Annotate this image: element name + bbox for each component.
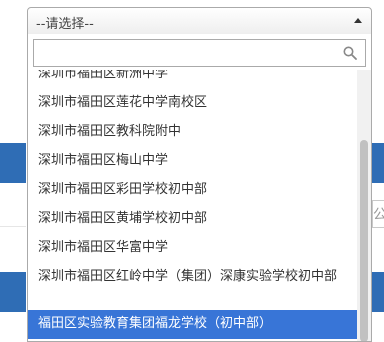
list-item[interactable]: 深圳市福田区彩田学校初中部 (28, 176, 358, 205)
search-icon (343, 46, 357, 60)
list-item[interactable]: 深圳市福田区梅山中学 (28, 147, 358, 176)
page-header-band-left (0, 143, 26, 183)
page-section-band-right (372, 272, 384, 312)
list-item[interactable]: 深圳市福田区教科院附中 (28, 118, 358, 147)
scrollbar[interactable] (357, 70, 371, 341)
chevron-up-icon (354, 18, 362, 23)
page-divider (0, 226, 26, 227)
page-header-band-right (372, 143, 384, 183)
list-item-highlighted[interactable]: 福田区实验教育集团福龙学校（初中部） (28, 310, 358, 339)
list-item[interactable]: 深圳市福田区红岭中学（集团）深康实验学校初中部 (28, 263, 358, 310)
list-item[interactable]: 深圳市福田区新洲中学 (28, 70, 358, 89)
select-current-value: --请选择-- (36, 17, 94, 32)
background-input-text: 公 (373, 207, 384, 223)
search-box (33, 39, 366, 67)
select-dropdown: 深圳市福田区新洲中学 深圳市福田区莲花中学南校区 深圳市福田区教科院附中 深圳市… (27, 34, 372, 342)
list-item[interactable]: 深圳市福田区华富中学 (28, 234, 358, 263)
search-input[interactable] (34, 40, 334, 66)
list-item[interactable]: 深圳市福田区黄埔学校初中部 (28, 205, 358, 234)
school-select[interactable]: --请选择-- (27, 7, 372, 35)
list-item[interactable]: 深圳市福田区莲花中学南校区 (28, 89, 358, 118)
page-section-band-left (0, 272, 26, 312)
scrollbar-thumb[interactable] (360, 140, 368, 341)
options-list: 深圳市福田区新洲中学 深圳市福田区莲花中学南校区 深圳市福田区教科院附中 深圳市… (28, 70, 358, 341)
